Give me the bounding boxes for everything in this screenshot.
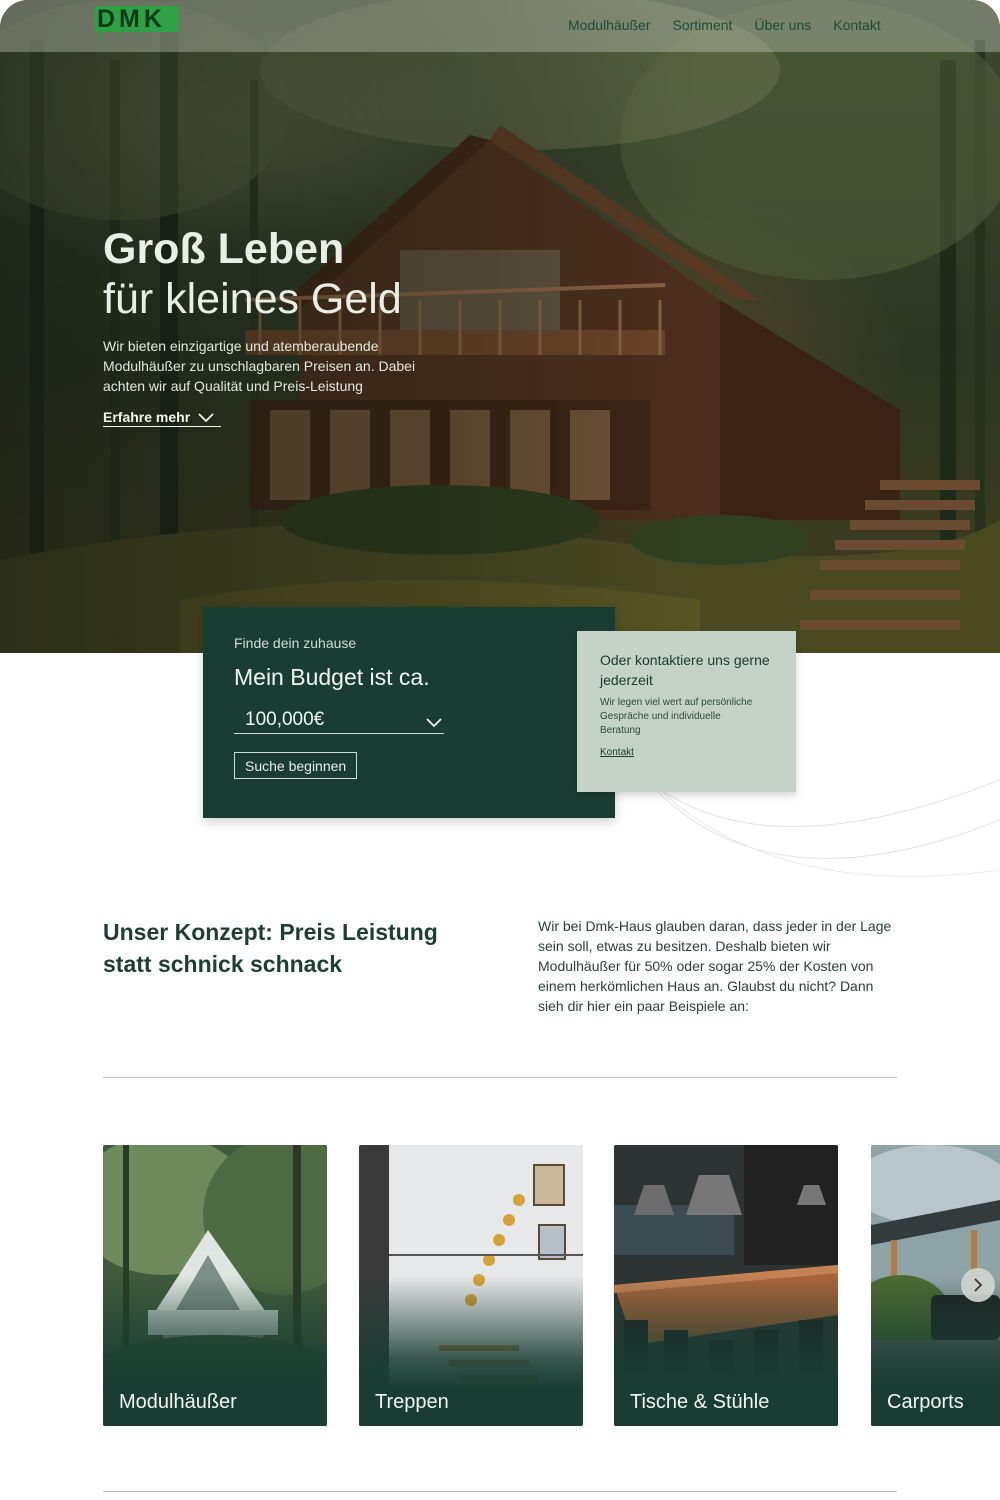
concept-title: Unser Konzept: Preis Leistung statt schn…	[103, 919, 438, 977]
section-divider-bottom	[103, 1491, 897, 1492]
logo-subtext: BAU	[98, 32, 157, 41]
search-card-heading: Mein Budget ist ca.	[234, 664, 430, 690]
concept-text: Wir bei Dmk-Haus glauben daran, dass jed…	[538, 918, 892, 1014]
category-label: Carports	[887, 1391, 964, 1413]
nav-link-sortiment[interactable]: Sortiment	[673, 17, 733, 33]
nav-link-modulhaeuser[interactable]: Modulhäußer	[568, 17, 651, 33]
hero-title-line2: für kleines Geld	[103, 275, 402, 323]
hero-overlay	[0, 0, 1000, 653]
nav-link-ueber-uns[interactable]: Über uns	[754, 17, 811, 33]
category-label: Treppen	[375, 1391, 449, 1413]
hero-title-line1: Groß Leben	[103, 225, 345, 273]
budget-select[interactable]: 100,000€	[234, 707, 444, 734]
hero-section: Groß Leben für kleines Geld Wir bieten e…	[0, 0, 1000, 653]
chevron-down-icon	[198, 413, 214, 423]
search-card-label: Finde dein zuhause	[234, 635, 357, 651]
budget-search-card: Finde dein zuhause Mein Budget ist ca. 1…	[203, 607, 615, 818]
contact-card: Oder kontaktiere uns gerne jederzeit Wir…	[577, 631, 796, 792]
category-label: Tische & Stühle	[630, 1391, 770, 1413]
section-divider	[103, 1077, 897, 1078]
learn-more-link[interactable]: Erfahre mehr	[103, 409, 221, 427]
top-navigation: DMK BAU Modulhäußer Sortiment Über uns K…	[0, 0, 1000, 52]
hero-description: Wir bieten einzigartige und atemberauben…	[103, 338, 416, 394]
hero-title: Groß Leben für kleines Geld	[103, 224, 503, 324]
contact-link[interactable]: Kontakt	[600, 747, 634, 758]
nav-links: Modulhäußer Sortiment Über uns Kontakt	[568, 17, 881, 33]
nav-link-kontakt[interactable]: Kontakt	[833, 17, 880, 33]
contact-card-text: Wir legen viel wert auf persönliche Gesp…	[600, 697, 753, 736]
logo-text: DMK	[97, 5, 166, 33]
category-card-modulhaeuser[interactable]: Modulhäußer	[103, 1145, 327, 1426]
budget-value: 100,000€	[245, 709, 325, 730]
chevron-right-icon	[974, 1278, 983, 1292]
contact-card-title: Oder kontaktiere uns gerne jederzeit	[600, 652, 770, 688]
learn-more-label: Erfahre mehr	[103, 409, 191, 425]
carousel-next-button[interactable]	[961, 1268, 995, 1302]
start-search-button[interactable]: Suche beginnen	[234, 752, 358, 779]
dmk-logo[interactable]: DMK BAU	[95, 6, 179, 42]
category-card-treppen[interactable]: Treppen	[359, 1145, 583, 1426]
category-label: Modulhäußer	[119, 1391, 237, 1413]
chevron-down-icon	[426, 718, 442, 728]
category-card-tische-stuehle[interactable]: Tische & Stühle	[614, 1145, 838, 1426]
